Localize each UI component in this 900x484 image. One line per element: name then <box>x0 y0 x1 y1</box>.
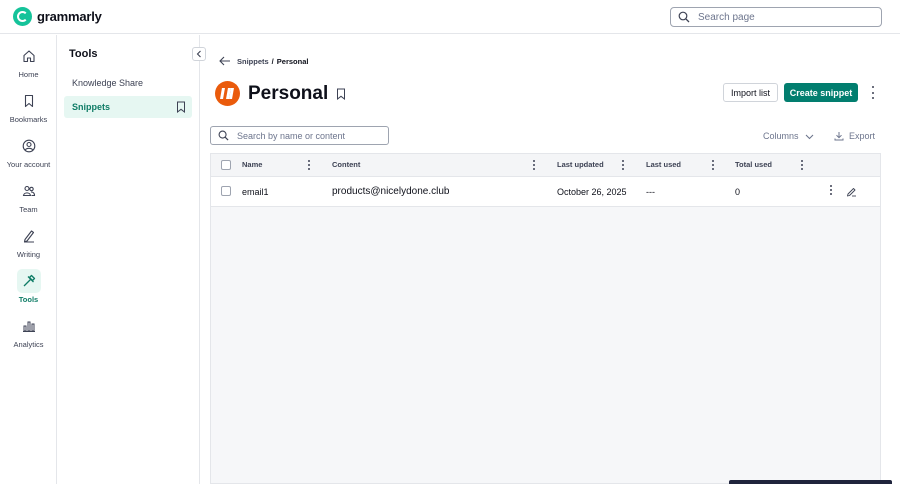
column-menu-icon[interactable] <box>800 160 803 170</box>
breadcrumb-current: Personal <box>276 56 309 66</box>
main-content: Snippets / Personal Personal Import list… <box>201 35 900 484</box>
snippet-search-input[interactable]: Search by name or content <box>210 126 389 145</box>
subnav-item-knowledge-share[interactable]: Knowledge Share <box>64 72 192 94</box>
export-label: Export <box>849 131 876 141</box>
row-checkbox[interactable] <box>221 186 231 196</box>
column-menu-icon[interactable] <box>532 160 535 170</box>
rail-item-analytics[interactable]: Analytics <box>0 314 57 356</box>
rail-label-analytics: Analytics <box>13 340 44 349</box>
search-icon <box>218 130 229 141</box>
column-header-last-used[interactable]: Last used <box>646 160 681 169</box>
bookmark-icon[interactable] <box>176 101 186 113</box>
create-snippet-button[interactable]: Create snippet <box>784 83 858 102</box>
row-more-options-icon[interactable] <box>829 185 832 195</box>
left-rail-nav: Home Bookmarks Your account Team Writing… <box>0 35 57 484</box>
bottom-toast-edge <box>729 480 892 484</box>
page-search-placeholder: Search page <box>698 11 755 23</box>
export-button[interactable]: Export <box>834 131 875 141</box>
tools-subnav: Tools Knowledge Share Snippets <box>58 35 206 484</box>
rail-item-tools[interactable]: Tools <box>0 269 57 311</box>
snippet-search-placeholder: Search by name or content <box>237 130 346 141</box>
column-menu-icon[interactable] <box>711 160 714 170</box>
columns-label: Columns <box>763 131 799 141</box>
home-icon <box>17 44 41 68</box>
more-options-icon[interactable] <box>870 86 876 99</box>
rail-item-writing[interactable]: Writing <box>0 224 57 266</box>
rail-item-home[interactable]: Home <box>0 44 57 86</box>
subnav-label-snippets: Snippets <box>72 102 111 112</box>
tools-icon <box>16 269 41 293</box>
columns-dropdown[interactable]: Columns <box>763 131 814 141</box>
rail-item-bookmarks[interactable]: Bookmarks <box>0 89 57 131</box>
rail-label-tools: Tools <box>18 295 39 304</box>
table-header: Name Content Last updated Last used Tota… <box>211 154 880 177</box>
cell-last-used: --- <box>646 187 655 197</box>
column-header-last-updated[interactable]: Last updated <box>557 160 604 169</box>
subnav-label-knowledge-share: Knowledge Share <box>72 78 144 88</box>
select-all-checkbox[interactable] <box>221 160 231 170</box>
download-icon <box>834 132 844 141</box>
back-arrow-icon[interactable] <box>219 56 231 66</box>
import-list-button[interactable]: Import list <box>723 83 778 102</box>
analytics-icon <box>17 314 41 338</box>
cell-name: email1 <box>242 187 269 197</box>
bookmark-icon <box>17 89 41 113</box>
pen-icon <box>17 224 41 248</box>
cell-last-updated: October 26, 2025 <box>557 187 627 197</box>
page-title: Personal <box>248 82 329 104</box>
rail-label-your-account: Your account <box>6 160 51 169</box>
top-bar: grammarly Search page <box>0 0 900 34</box>
brand-name: grammarly <box>37 9 102 24</box>
breadcrumb-separator: / <box>271 56 274 66</box>
rail-item-your-account[interactable]: Your account <box>0 134 57 176</box>
account-icon <box>17 134 41 158</box>
column-menu-icon[interactable] <box>621 160 624 170</box>
column-header-content[interactable]: Content <box>332 160 360 169</box>
rail-item-team[interactable]: Team <box>0 179 57 221</box>
edit-icon[interactable] <box>846 186 857 197</box>
grammarly-logo[interactable]: grammarly <box>13 7 102 26</box>
snippet-group-avatar <box>215 81 240 106</box>
column-header-total-used[interactable]: Total used <box>735 160 772 169</box>
rail-label-home: Home <box>18 70 39 79</box>
team-icon <box>17 179 41 203</box>
breadcrumb-link-snippets[interactable]: Snippets <box>237 57 269 66</box>
chevron-down-icon <box>805 134 813 139</box>
snippets-table: Name Content Last updated Last used Tota… <box>210 153 881 484</box>
cell-content: products@nicelydone.club <box>332 186 450 197</box>
cell-total-used: 0 <box>735 187 741 197</box>
rail-label-team: Team <box>19 205 38 214</box>
breadcrumb: Snippets / Personal <box>219 56 308 66</box>
page-header: Personal <box>215 81 346 106</box>
subnav-title: Tools <box>69 48 98 60</box>
bookmark-icon[interactable] <box>336 88 346 100</box>
subnav-item-snippets[interactable]: Snippets <box>64 96 192 118</box>
column-menu-icon[interactable] <box>307 160 310 170</box>
page-search-input[interactable]: Search page <box>670 7 882 27</box>
table-row[interactable]: email1 products@nicelydone.club October … <box>211 177 880 207</box>
column-header-name[interactable]: Name <box>242 160 262 169</box>
rail-label-bookmarks: Bookmarks <box>9 115 48 124</box>
grammarly-logo-icon <box>13 7 32 26</box>
rail-label-writing: Writing <box>16 250 41 259</box>
search-icon <box>678 11 690 23</box>
